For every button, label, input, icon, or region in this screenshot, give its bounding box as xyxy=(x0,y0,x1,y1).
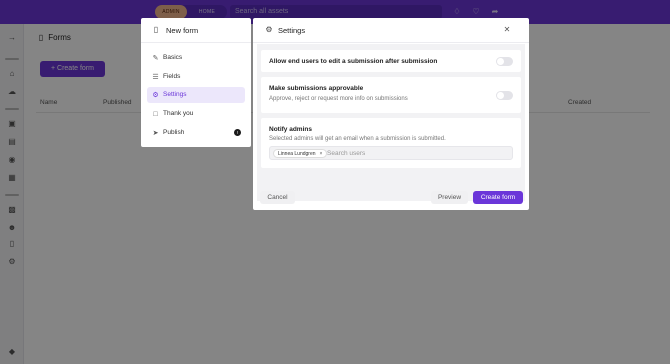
option-subtitle: Approve, reject or request more info on … xyxy=(269,96,408,102)
step-label: Publish xyxy=(163,129,185,136)
edit-submission-toggle[interactable] xyxy=(496,57,513,66)
step-fields[interactable]: ☰ Fields xyxy=(147,69,245,85)
edit-icon: ✎ xyxy=(152,55,159,62)
list-icon: ☰ xyxy=(152,74,159,81)
close-icon[interactable]: ✕ xyxy=(502,25,512,35)
approvable-toggle[interactable] xyxy=(496,91,513,100)
step-thank-you[interactable]: □ Thank you xyxy=(147,106,245,122)
send-icon: ➤ xyxy=(152,130,159,137)
new-form-panel: ▯ New form ✎ Basics ☰ Fields ⚙ Settings … xyxy=(141,18,251,147)
option-title: Make submissions approvable xyxy=(269,85,364,92)
settings-title: Settings xyxy=(278,26,306,35)
selected-user-name: Linnea Lundgren xyxy=(278,151,316,157)
toggle-knob xyxy=(497,92,504,99)
chat-icon: □ xyxy=(153,111,158,118)
toggle-knob xyxy=(497,58,504,65)
step-publish[interactable]: ➤ Publish ! xyxy=(147,125,245,141)
step-label: Settings xyxy=(163,91,187,98)
step-label: Thank you xyxy=(163,110,194,117)
clipboard-icon: ▯ xyxy=(153,25,159,34)
notify-admins-card: Notify admins Selected admins will get a… xyxy=(261,118,521,168)
option-approvable: Make submissions approvable Approve, rej… xyxy=(261,77,521,113)
selected-user-chip: Linnea Lundgren × xyxy=(273,149,328,158)
settings-dialog: ⚙ Settings ✕ Allow end users to edit a s… xyxy=(253,18,529,210)
settings-header: ⚙ Settings ✕ xyxy=(253,18,529,43)
step-label: Fields xyxy=(163,73,181,80)
notify-title: Notify admins xyxy=(269,126,312,133)
remove-user-icon[interactable]: × xyxy=(320,151,323,157)
option-edit-submission: Allow end users to edit a submission aft… xyxy=(261,50,521,72)
step-label: Basics xyxy=(163,54,183,61)
step-basics[interactable]: ✎ Basics xyxy=(147,50,245,66)
settings-body: Allow end users to edit a submission aft… xyxy=(257,44,525,201)
new-form-title: New form xyxy=(166,26,199,35)
create-form-button[interactable]: Create form xyxy=(473,191,523,204)
step-settings[interactable]: ⚙ Settings xyxy=(147,87,245,103)
preview-button[interactable]: Preview xyxy=(431,191,468,204)
gear-icon: ⚙ xyxy=(265,25,273,34)
cancel-button[interactable]: Cancel xyxy=(260,191,295,204)
warning-badge: ! xyxy=(234,129,241,136)
option-title: Allow end users to edit a submission aft… xyxy=(269,58,438,65)
user-search-field[interactable]: Linnea Lundgren × Search users xyxy=(269,146,513,160)
gear-icon: ⚙ xyxy=(152,92,159,99)
notify-subtitle: Selected admins will get an email when a… xyxy=(269,136,446,142)
new-form-header: ▯ New form xyxy=(141,18,251,43)
user-search-placeholder[interactable]: Search users xyxy=(327,150,365,157)
